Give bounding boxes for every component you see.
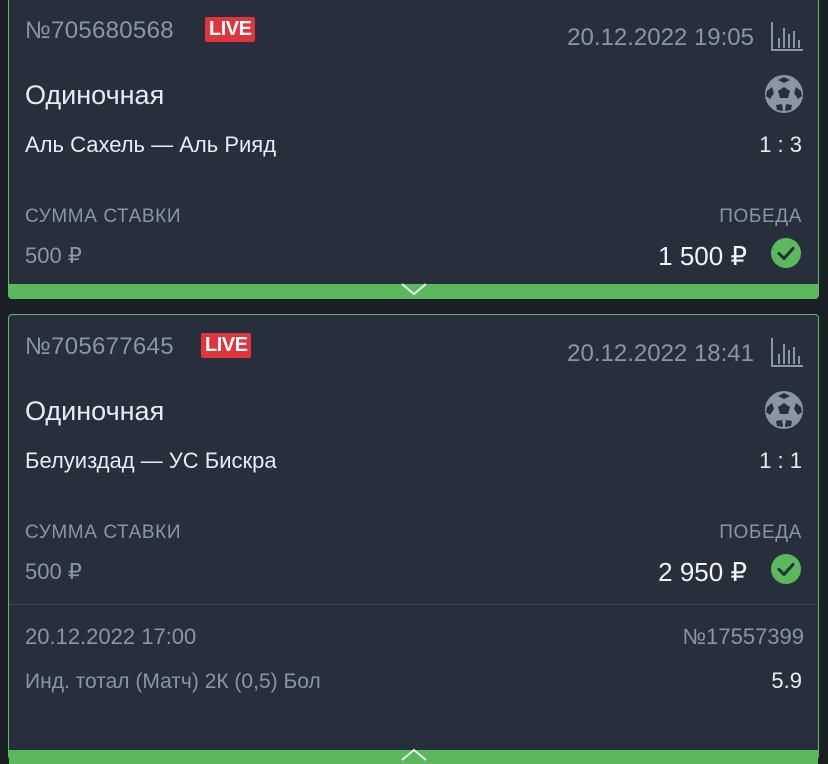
match-teams: Белуиздад — УС Бискра xyxy=(25,448,277,473)
stake-label: СУММА СТАВКИ xyxy=(25,522,182,543)
payout-amount: 2 950 ₽ xyxy=(658,557,747,587)
payout-amount: 1 500 ₽ xyxy=(658,241,747,271)
bet-card[interactable]: №705680568 LIVE 20.12.2022 19:05 Одиночн… xyxy=(8,0,819,299)
match-score: 1 : 3 xyxy=(759,132,802,157)
bet-datetime: 20.12.2022 18:41 xyxy=(567,340,754,367)
stake-amount: 500 ₽ xyxy=(25,559,82,584)
stake-amount: 500 ₽ xyxy=(25,243,82,268)
match-score: 1 : 1 xyxy=(759,448,802,473)
chevron-up-icon xyxy=(400,748,427,761)
event-datetime: 20.12.2022 17:00 xyxy=(25,624,197,649)
win-check-icon xyxy=(771,554,801,584)
result-label: ПОБЕДА xyxy=(719,522,802,543)
soccer-ball-icon xyxy=(765,75,803,113)
bet-odds: 5.9 xyxy=(771,668,802,693)
expand-bar[interactable] xyxy=(9,283,818,298)
bet-market: Инд. тотал (Матч) 2К (0,5) Бол xyxy=(25,670,321,693)
stats-icon[interactable] xyxy=(770,20,804,52)
stats-icon[interactable] xyxy=(770,336,804,368)
stake-label: СУММА СТАВКИ xyxy=(25,206,182,227)
match-teams: Аль Сахель — Аль Рияд xyxy=(25,132,277,157)
win-check-icon xyxy=(771,238,801,268)
event-id: №17557399 xyxy=(682,624,804,649)
divider xyxy=(9,604,818,605)
bet-id: №705680568 xyxy=(25,17,174,44)
bet-card[interactable]: №705677645 LIVE 20.12.2022 18:41 Одиночн… xyxy=(8,314,819,764)
bet-id: №705677645 xyxy=(25,333,174,360)
collapse-bar[interactable] xyxy=(9,748,818,764)
result-label: ПОБЕДА xyxy=(719,206,802,227)
live-badge: LIVE xyxy=(201,333,252,358)
soccer-ball-icon xyxy=(765,391,803,429)
live-badge: LIVE xyxy=(205,17,256,42)
bet-type: Одиночная xyxy=(25,80,165,110)
chevron-down-icon xyxy=(400,283,427,296)
bet-type: Одиночная xyxy=(25,396,165,426)
bet-datetime: 20.12.2022 19:05 xyxy=(567,24,754,51)
